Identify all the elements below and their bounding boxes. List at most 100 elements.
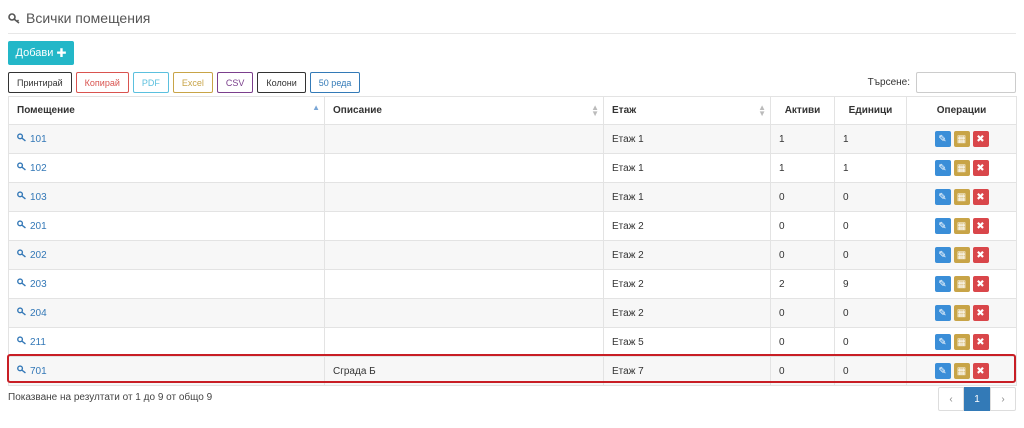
edit-icon[interactable]: ✎ xyxy=(934,218,951,234)
search-box: Търсене: xyxy=(868,72,1016,93)
key-icon xyxy=(8,12,20,24)
delete-icon[interactable]: ✖ xyxy=(972,189,989,205)
floor-cell: Етаж 2 xyxy=(603,211,771,241)
assets-cell: 1 xyxy=(770,153,835,183)
description-cell xyxy=(324,269,604,299)
table-row: 102 Етаж 1 1 1 ✎ ▦ ✖ xyxy=(8,153,1017,183)
floor-cell: Етаж 1 xyxy=(603,182,771,212)
table-row: 211 Етаж 5 0 0 ✎ ▦ ✖ xyxy=(8,327,1017,357)
delete-icon[interactable]: ✖ xyxy=(972,247,989,263)
edit-icon[interactable]: ✎ xyxy=(934,247,951,263)
key-icon xyxy=(17,365,27,377)
key-icon xyxy=(17,133,27,145)
qr-code-icon[interactable]: ▦ xyxy=(953,218,970,234)
column-header-floor[interactable]: Етаж ▲ ▼ xyxy=(603,96,771,125)
export-button-3[interactable]: Excel xyxy=(172,72,213,93)
pagination: ‹ 1 › xyxy=(938,387,1016,411)
room-link[interactable]: 211 xyxy=(17,336,46,348)
description-cell xyxy=(324,327,604,357)
qr-code-icon[interactable]: ▦ xyxy=(953,189,970,205)
operations-cell: ✎ ▦ ✖ xyxy=(906,153,1017,183)
qr-code-icon[interactable]: ▦ xyxy=(953,363,970,379)
qr-code-icon[interactable]: ▦ xyxy=(953,276,970,292)
qr-code-icon[interactable]: ▦ xyxy=(953,247,970,263)
search-input[interactable] xyxy=(916,72,1016,93)
export-button-2[interactable]: PDF xyxy=(132,72,169,93)
export-button-1[interactable]: Копирай xyxy=(75,72,129,93)
page-1-button[interactable]: 1 xyxy=(964,387,990,411)
units-cell: 9 xyxy=(834,269,907,299)
column-header-description[interactable]: Описание ▲ ▼ xyxy=(324,96,604,125)
column-header-operations: Операции xyxy=(906,96,1017,125)
edit-icon[interactable]: ✎ xyxy=(934,363,951,379)
delete-icon[interactable]: ✖ xyxy=(972,218,989,234)
delete-icon[interactable]: ✖ xyxy=(972,305,989,321)
delete-icon[interactable]: ✖ xyxy=(972,276,989,292)
page-header: Всички помещения xyxy=(8,10,150,26)
delete-icon[interactable]: ✖ xyxy=(972,334,989,350)
qr-code-icon[interactable]: ▦ xyxy=(953,160,970,176)
table-row: 202 Етаж 2 0 0 ✎ ▦ ✖ xyxy=(8,240,1017,270)
floor-cell: Етаж 1 xyxy=(603,124,771,154)
export-button-4[interactable]: CSV xyxy=(216,72,254,93)
export-button-6[interactable]: 50 реда xyxy=(309,72,361,93)
key-icon xyxy=(17,162,27,174)
assets-cell: 2 xyxy=(770,269,835,299)
floor-cell: Етаж 7 xyxy=(603,356,771,386)
table-row: 201 Етаж 2 0 0 ✎ ▦ ✖ xyxy=(8,211,1017,241)
qr-code-icon[interactable]: ▦ xyxy=(953,334,970,350)
column-header-room[interactable]: Помещение ▲ xyxy=(8,96,325,125)
room-link[interactable]: 701 xyxy=(17,365,47,377)
column-header-units[interactable]: Единици xyxy=(834,96,907,125)
room-cell: 204 xyxy=(8,298,325,328)
room-link[interactable]: 103 xyxy=(17,191,47,203)
table-row: 103 Етаж 1 0 0 ✎ ▦ ✖ xyxy=(8,182,1017,212)
edit-icon[interactable]: ✎ xyxy=(934,334,951,350)
key-icon xyxy=(17,191,27,203)
export-button-5[interactable]: Колони xyxy=(257,72,306,93)
room-cell: 103 xyxy=(8,182,325,212)
assets-cell: 0 xyxy=(770,240,835,270)
room-cell: 211 xyxy=(8,327,325,357)
floor-cell: Етаж 2 xyxy=(603,240,771,270)
room-cell: 102 xyxy=(8,153,325,183)
room-link[interactable]: 101 xyxy=(17,133,47,145)
next-page-button[interactable]: › xyxy=(990,387,1016,411)
key-icon xyxy=(17,249,27,261)
rooms-table: Помещение ▲ Описание ▲ ▼ Етаж ▲ ▼ Активи Един… xyxy=(8,96,1017,386)
room-link[interactable]: 202 xyxy=(17,249,47,261)
room-link[interactable]: 102 xyxy=(17,162,47,174)
export-button-0[interactable]: Принтирай xyxy=(8,72,72,93)
page-title: Всички помещения xyxy=(26,10,151,26)
description-cell xyxy=(324,182,604,212)
units-cell: 0 xyxy=(834,356,907,386)
room-cell: 203 xyxy=(8,269,325,299)
operations-cell: ✎ ▦ ✖ xyxy=(906,298,1017,328)
table-header-row: Помещение ▲ Описание ▲ ▼ Етаж ▲ ▼ Активи Един… xyxy=(8,96,1017,125)
delete-icon[interactable]: ✖ xyxy=(972,131,989,147)
edit-icon[interactable]: ✎ xyxy=(934,189,951,205)
room-link[interactable]: 201 xyxy=(17,220,47,232)
delete-icon[interactable]: ✖ xyxy=(972,363,989,379)
edit-icon[interactable]: ✎ xyxy=(934,276,951,292)
qr-code-icon[interactable]: ▦ xyxy=(953,131,970,147)
room-link[interactable]: 203 xyxy=(17,278,47,290)
description-cell xyxy=(324,298,604,328)
column-header-assets[interactable]: Активи xyxy=(770,96,835,125)
sort-icon: ▲ ▼ xyxy=(758,103,766,118)
table-body: 101 Етаж 1 1 1 ✎ ▦ ✖ 102 Етаж 1 1 1 ✎ ▦ ✖ 103 Етаж 1 0 0 ✎… xyxy=(8,124,1017,386)
add-button[interactable]: Добави ✚ xyxy=(8,41,74,65)
key-icon xyxy=(17,220,27,232)
qr-code-icon[interactable]: ▦ xyxy=(953,305,970,321)
edit-icon[interactable]: ✎ xyxy=(934,131,951,147)
operations-cell: ✎ ▦ ✖ xyxy=(906,327,1017,357)
table-row: 101 Етаж 1 1 1 ✎ ▦ ✖ xyxy=(8,124,1017,154)
floor-cell: Етаж 5 xyxy=(603,327,771,357)
sort-asc-icon: ▲ xyxy=(312,103,320,112)
assets-cell: 0 xyxy=(770,211,835,241)
edit-icon[interactable]: ✎ xyxy=(934,305,951,321)
delete-icon[interactable]: ✖ xyxy=(972,160,989,176)
edit-icon[interactable]: ✎ xyxy=(934,160,951,176)
prev-page-button[interactable]: ‹ xyxy=(938,387,964,411)
room-link[interactable]: 204 xyxy=(17,307,47,319)
